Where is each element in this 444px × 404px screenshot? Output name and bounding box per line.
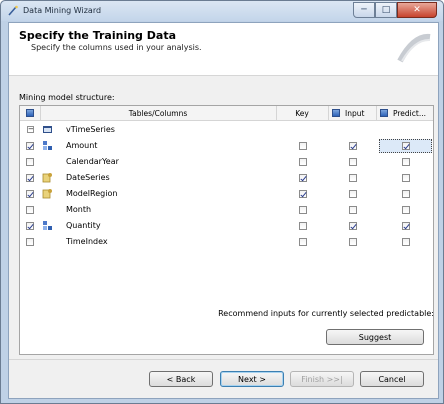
input-checkbox[interactable] <box>349 206 357 214</box>
header-input[interactable]: Input <box>345 109 364 118</box>
column-row[interactable]: ModelRegion <box>20 186 433 201</box>
row-select-checkbox[interactable] <box>26 142 34 150</box>
column-name: ModelRegion <box>66 189 118 198</box>
key-checkbox[interactable] <box>299 206 307 214</box>
predict-checkbox[interactable] <box>402 142 410 150</box>
close-icon: ✕ <box>413 5 421 15</box>
numeric-column-icon <box>43 221 52 230</box>
minimize-button[interactable]: ─ <box>353 2 375 18</box>
window-title: Data Mining Wizard <box>23 6 102 15</box>
select-all-checkbox[interactable] <box>26 109 34 117</box>
wizard-app-icon <box>8 5 18 16</box>
minimize-icon: ─ <box>361 5 367 15</box>
numeric-column-icon <box>43 141 52 150</box>
row-select-checkbox[interactable] <box>26 174 34 182</box>
back-button[interactable]: < Back <box>149 371 213 387</box>
key-checkbox[interactable] <box>299 222 307 230</box>
maximize-button[interactable]: □ <box>375 2 397 18</box>
column-name: Quantity <box>66 221 101 230</box>
table-name: vTimeSeries <box>66 125 115 134</box>
maximize-icon: □ <box>381 5 391 15</box>
close-button[interactable]: ✕ <box>397 2 437 18</box>
key-column-icon <box>42 173 52 183</box>
wizard-window: Data Mining Wizard ─ □ ✕ Specify the Tra… <box>0 0 444 404</box>
table-row-vtimeseries[interactable]: − vTimeSeries <box>20 122 433 137</box>
column-name: CalendarYear <box>66 157 119 166</box>
column-name: Month <box>66 205 92 214</box>
key-checkbox[interactable] <box>299 142 307 150</box>
page-title: Specify the Training Data <box>19 29 176 42</box>
row-select-checkbox[interactable] <box>26 158 34 166</box>
input-checkbox[interactable] <box>349 190 357 198</box>
finish-button[interactable]: Finish >>| <box>290 371 354 387</box>
grid-header: Tables/Columns Key Input Predict... <box>20 106 433 121</box>
mining-structure-label: Mining model structure: <box>19 93 115 102</box>
predict-all-checkbox[interactable] <box>380 109 388 117</box>
key-checkbox[interactable] <box>299 238 307 246</box>
column-row[interactable]: DateSeries <box>20 170 433 185</box>
predict-checkbox[interactable] <box>402 190 410 198</box>
next-button[interactable]: Next > <box>220 371 284 387</box>
key-column-icon <box>42 189 52 199</box>
row-select-checkbox[interactable] <box>26 190 34 198</box>
predict-checkbox[interactable] <box>402 206 410 214</box>
column-row[interactable]: Quantity <box>20 218 433 233</box>
input-checkbox[interactable] <box>349 222 357 230</box>
column-name: TimeIndex <box>66 237 108 246</box>
column-name: DateSeries <box>66 173 110 182</box>
column-row[interactable]: CalendarYear <box>20 154 433 169</box>
column-name: Amount <box>66 141 98 150</box>
predict-checkbox[interactable] <box>402 238 410 246</box>
row-select-checkbox[interactable] <box>26 206 34 214</box>
input-checkbox[interactable] <box>349 238 357 246</box>
key-checkbox[interactable] <box>299 174 307 182</box>
table-icon <box>43 126 52 133</box>
column-row[interactable]: Month <box>20 202 433 217</box>
row-select-checkbox[interactable] <box>26 238 34 246</box>
input-all-checkbox[interactable] <box>332 109 340 117</box>
row-select-checkbox[interactable] <box>26 222 34 230</box>
column-row[interactable]: TimeIndex <box>20 234 433 249</box>
wizard-banner-icon <box>397 33 431 63</box>
title-bar[interactable]: Data Mining Wizard ─ □ ✕ <box>1 1 443 21</box>
input-checkbox[interactable] <box>349 142 357 150</box>
predict-checkbox[interactable] <box>402 222 410 230</box>
suggest-button[interactable]: Suggest <box>326 329 424 345</box>
input-checkbox[interactable] <box>349 174 357 182</box>
footer-divider <box>9 359 438 360</box>
input-checkbox[interactable] <box>349 158 357 166</box>
header-tables-columns[interactable]: Tables/Columns <box>40 106 277 120</box>
cancel-button[interactable]: Cancel <box>360 371 424 387</box>
predict-checkbox[interactable] <box>402 158 410 166</box>
predict-checkbox[interactable] <box>402 174 410 182</box>
recommend-label: Recommend inputs for currently selected … <box>218 309 434 318</box>
column-row[interactable]: Amount <box>20 138 433 153</box>
page-subtitle: Specify the columns used in your analysi… <box>31 43 202 52</box>
key-checkbox[interactable] <box>299 158 307 166</box>
collapse-icon[interactable]: − <box>27 126 34 133</box>
page-header: Specify the Training Data Specify the co… <box>9 23 438 76</box>
key-checkbox[interactable] <box>299 190 307 198</box>
header-key[interactable]: Key <box>276 106 329 120</box>
wizard-page: Specify the Training Data Specify the co… <box>8 22 439 399</box>
header-predict[interactable]: Predict... <box>393 109 426 118</box>
